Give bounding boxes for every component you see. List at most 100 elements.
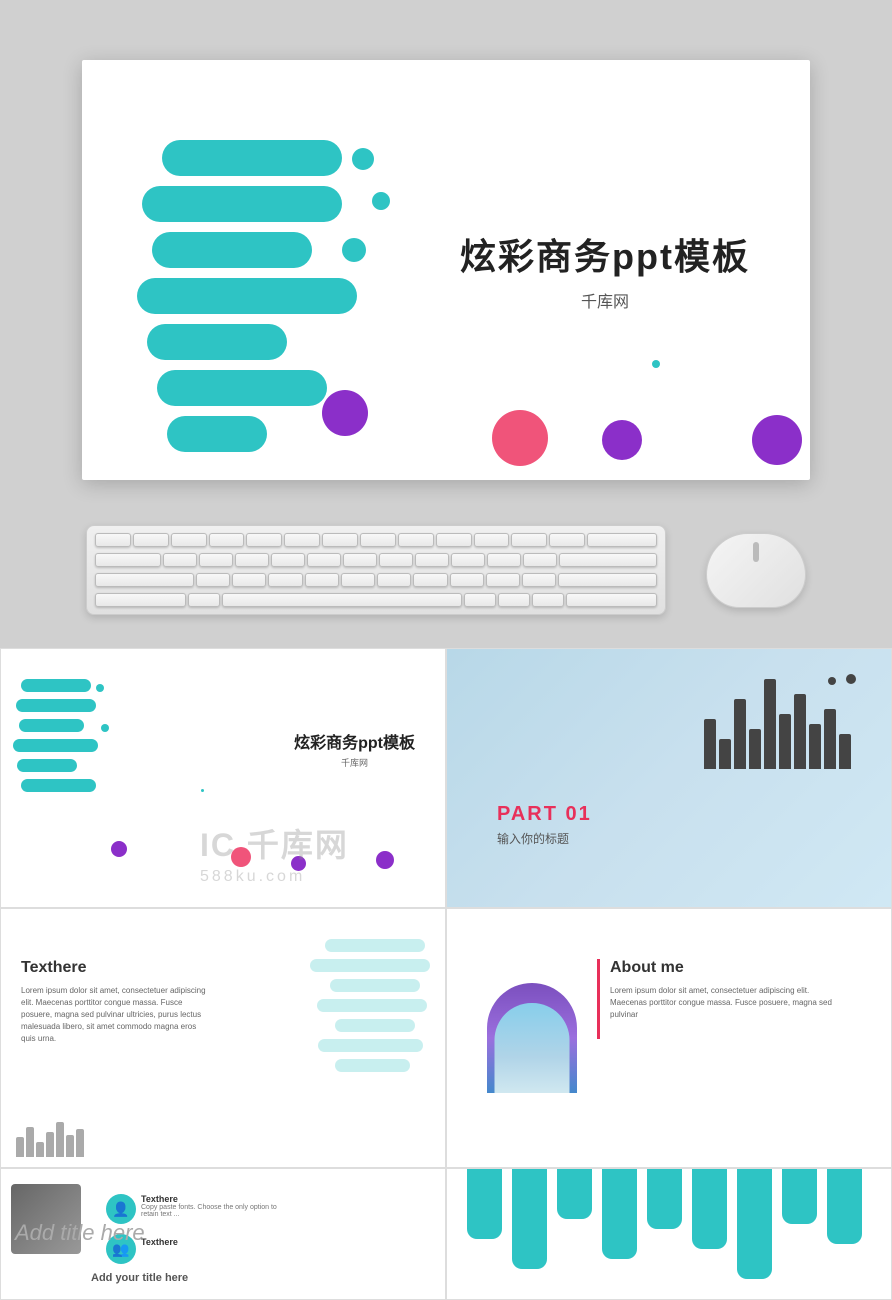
key (95, 553, 161, 567)
t1-pink-circle (231, 847, 251, 867)
key (398, 533, 434, 547)
t1-purple-circle (291, 856, 306, 871)
part-label: PART 01 (497, 803, 592, 826)
key (199, 553, 233, 567)
space-key (222, 593, 462, 607)
t1-small-dot (201, 789, 204, 792)
key (268, 573, 302, 587)
key (413, 573, 447, 587)
key (196, 573, 230, 587)
drip-4 (602, 1169, 637, 1259)
thumbnail-4[interactable]: About me Lorem ipsum dolor sit amet, con… (446, 908, 892, 1168)
t1-bar (19, 719, 84, 732)
key (523, 553, 557, 567)
t1-bar (21, 679, 91, 692)
drip-3 (557, 1169, 592, 1219)
key (171, 533, 207, 547)
key (532, 593, 564, 607)
key (322, 533, 358, 547)
key (246, 533, 282, 547)
drip-8 (782, 1169, 817, 1224)
drip-1 (467, 1169, 502, 1239)
drip-9 (827, 1169, 862, 1244)
keyboard-area (0, 510, 892, 630)
chart-dot (846, 674, 856, 684)
purple-circle-2 (602, 420, 642, 460)
key (464, 593, 496, 607)
teal-bar-3 (152, 232, 312, 268)
dot-3 (342, 238, 366, 262)
arch-inner (495, 1003, 570, 1093)
drip-6 (692, 1169, 727, 1249)
key (486, 573, 520, 587)
key (305, 573, 339, 587)
t1-purple-circle-2 (376, 851, 394, 869)
hero-text-area: 炫彩商务ppt模板 千库网 (460, 228, 750, 312)
key (235, 553, 269, 567)
part-subtitle: 输入你的标题 (497, 830, 592, 847)
thumbnail-2[interactable]: PART 01 输入你的标题 (446, 648, 892, 908)
key (487, 553, 521, 567)
key (343, 553, 377, 567)
drip-5 (647, 1169, 682, 1229)
purple-circle-1 (322, 390, 368, 436)
t3-body: Lorem ipsum dolor sit amet, consectetuer… (21, 985, 211, 1045)
key (474, 533, 510, 547)
t3-bar (325, 939, 425, 952)
mouse (706, 533, 806, 608)
t5-item2-label: Texthere (141, 1237, 178, 1247)
t1-dot (101, 724, 109, 732)
t3-text: Texthere Lorem ipsum dolor sit amet, con… (21, 959, 211, 1045)
key (436, 533, 472, 547)
drip-7 (737, 1169, 772, 1279)
key (559, 553, 657, 567)
teal-bar-5 (147, 324, 287, 360)
thumbnail-6[interactable] (446, 1168, 892, 1300)
key (95, 593, 186, 607)
chart-dot (828, 677, 836, 685)
chart-icon (704, 679, 851, 769)
small-teal-dot (652, 360, 660, 368)
pink-bar (597, 959, 600, 1039)
hero-title: 炫彩商务ppt模板 (460, 228, 750, 280)
purple-circle-3 (752, 415, 802, 465)
key (451, 553, 485, 567)
thumbnails-grid: 炫彩商务ppt模板 千库网 PART 01 输入你的标题 (0, 648, 892, 1168)
t5-item1: Texthere Copy paste fonts. Choose the on… (141, 1194, 291, 1218)
t4-body: Lorem ipsum dolor sit amet, consectetuer… (610, 985, 847, 1021)
t3-bar (330, 979, 420, 992)
t1-bar (21, 779, 96, 792)
key (415, 553, 449, 567)
t1-bar (17, 759, 77, 772)
hero-slide: 炫彩商务ppt模板 千库网 (82, 60, 810, 480)
thumbnail-1[interactable]: 炫彩商务ppt模板 千库网 (0, 648, 446, 908)
add-title-here: Add title here (15, 1220, 145, 1246)
dot-2 (372, 192, 390, 210)
keyboard (86, 525, 666, 615)
t1-title: 炫彩商务ppt模板 (294, 729, 415, 753)
teal-bar-1 (162, 140, 342, 176)
key (133, 533, 169, 547)
t5-item1-body: Copy paste fonts. Choose the only option… (141, 1204, 291, 1218)
pink-circle (492, 410, 548, 466)
t1-purple-dot (111, 841, 127, 857)
t4-heading: About me (610, 959, 847, 977)
key (307, 553, 341, 567)
arch-shape (487, 983, 577, 1093)
key (360, 533, 396, 547)
t3-bar (335, 1019, 415, 1032)
key (95, 533, 131, 547)
key (549, 533, 585, 547)
t5-item1-label: Texthere (141, 1194, 291, 1204)
teal-bar-7 (167, 416, 267, 452)
thumbnail-3[interactable]: Texthere Lorem ipsum dolor sit amet, con… (0, 908, 446, 1168)
key (377, 573, 411, 587)
key (188, 593, 220, 607)
t1-dot (96, 684, 104, 692)
key (284, 533, 320, 547)
key (558, 573, 657, 587)
key (271, 553, 305, 567)
key (341, 573, 375, 587)
key (498, 593, 530, 607)
t1-bar (13, 739, 98, 752)
